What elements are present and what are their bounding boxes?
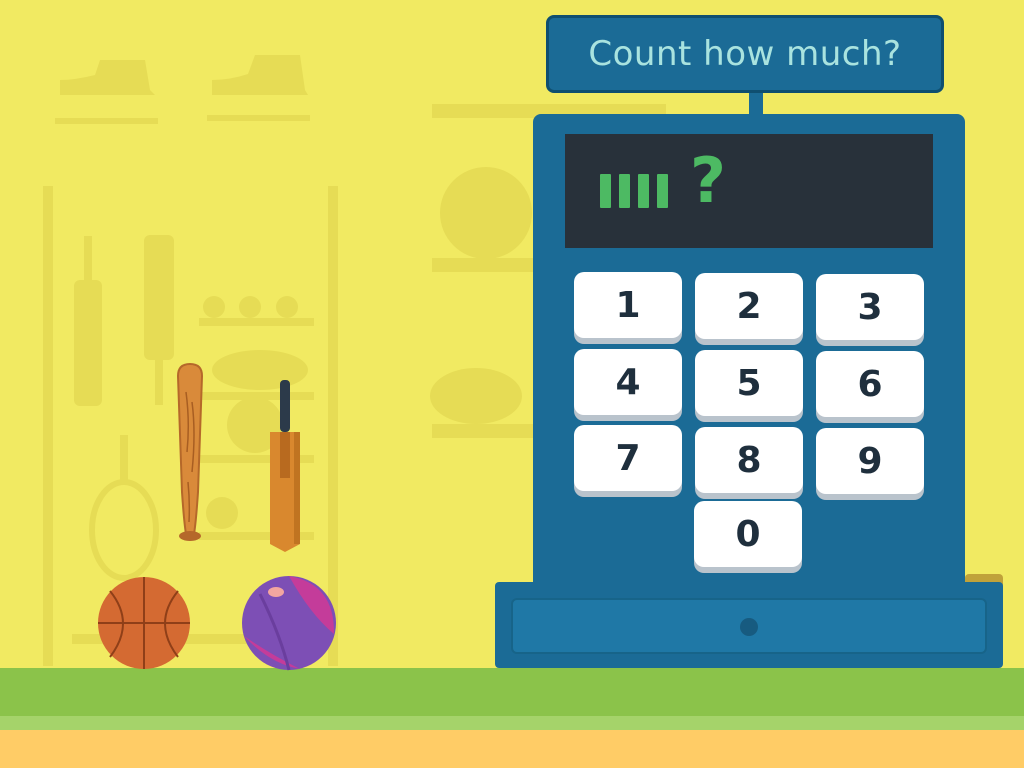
baseball-bat-icon: [176, 362, 204, 541]
key-8[interactable]: 8: [695, 427, 803, 493]
sand-floor: [0, 730, 1024, 768]
unknown-marker: ?: [690, 144, 726, 217]
tally-mark: [619, 174, 630, 208]
key-9[interactable]: 9: [816, 428, 924, 494]
tally-mark: [600, 174, 611, 208]
tally-mark: [657, 174, 668, 208]
key-7[interactable]: 7: [574, 425, 682, 491]
key-5[interactable]: 5: [695, 350, 803, 416]
beach-ball-icon: [242, 576, 336, 671]
sign-pole: [749, 92, 763, 116]
key-1[interactable]: 1: [574, 272, 682, 338]
grass-ground: [0, 668, 1024, 716]
basketball-icon: [98, 577, 190, 669]
key-3[interactable]: 3: [816, 274, 924, 340]
key-6[interactable]: 6: [816, 351, 924, 417]
tally-marks: [600, 174, 668, 208]
key-4[interactable]: 4: [574, 349, 682, 415]
drawer-knob: [740, 618, 758, 636]
grass-edge: [0, 716, 1024, 730]
tally-mark: [638, 174, 649, 208]
key-2[interactable]: 2: [695, 273, 803, 339]
question-sign: Count how much?: [546, 15, 944, 93]
question-text: Count how much?: [588, 34, 902, 74]
cricket-bat-icon: [270, 380, 300, 552]
key-0[interactable]: 0: [694, 501, 802, 567]
